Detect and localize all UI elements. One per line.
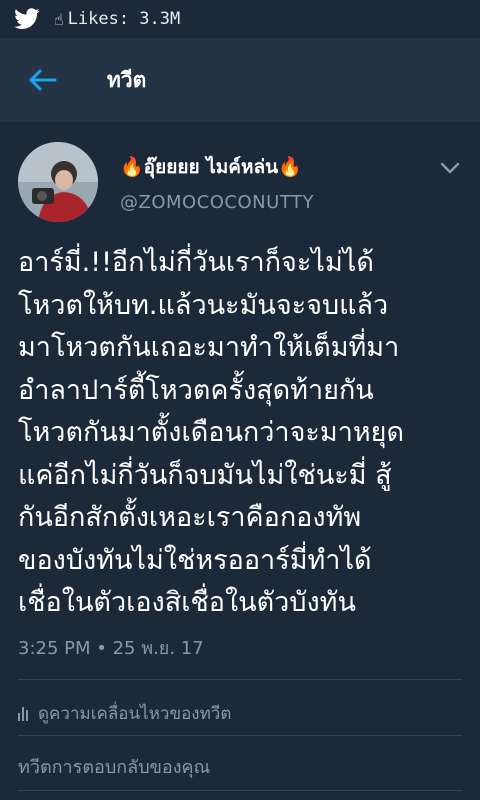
view-tweet-activity-link[interactable]: ดูความเคลื่อนไหวของทวีต — [18, 700, 231, 727]
tweet-detail: 🔥อุ๊ยยยย ไมค์หล่น🔥 @ZOMOCOCONUTTY อาร์มี… — [0, 122, 480, 662]
user-handle[interactable]: @ZOMOCOCONUTTY — [120, 192, 314, 213]
page-title: ทวีต — [107, 67, 147, 92]
reply-underline — [18, 790, 462, 791]
display-name[interactable]: 🔥อุ๊ยยยย ไมค์หล่น🔥 — [120, 152, 314, 182]
back-button[interactable] — [12, 50, 72, 110]
nav-bar: ทวีต — [0, 38, 480, 122]
analytics-icon — [18, 706, 28, 721]
activity-label: ดูความเคลื่อนไหวของทวีต — [38, 704, 232, 724]
tweet-timestamp: 3:25 PM • 25 พ.ย. 17 — [18, 637, 204, 659]
status-bar: ☝ Likes: 3.3M — [0, 0, 480, 38]
reply-input[interactable]: ทวีตการตอบกลับของคุณ — [18, 752, 462, 782]
likes-text: Likes: 3.3M — [67, 9, 181, 29]
chevron-down-icon[interactable] — [438, 156, 462, 180]
arrow-left-icon — [29, 69, 57, 91]
likes-counter: ☝ Likes: 3.3M — [54, 9, 180, 29]
divider — [18, 735, 462, 736]
tweet-header: 🔥อุ๊ยยยย ไมค์หล่น🔥 @ZOMOCOCONUTTY — [18, 122, 462, 230]
twitter-bird-icon — [14, 8, 40, 29]
tweet-author[interactable]: 🔥อุ๊ยยยย ไมค์หล่น🔥 @ZOMOCOCONUTTY — [120, 152, 314, 213]
avatar[interactable] — [18, 142, 98, 222]
pointing-hand-icon: ☝ — [54, 9, 64, 29]
divider — [18, 679, 462, 680]
avatar-image — [18, 142, 98, 222]
tweet-text: อาร์มี่.!!อีกไม่กี่วันเราก็จะไม่ได้ โหวต… — [18, 247, 405, 618]
